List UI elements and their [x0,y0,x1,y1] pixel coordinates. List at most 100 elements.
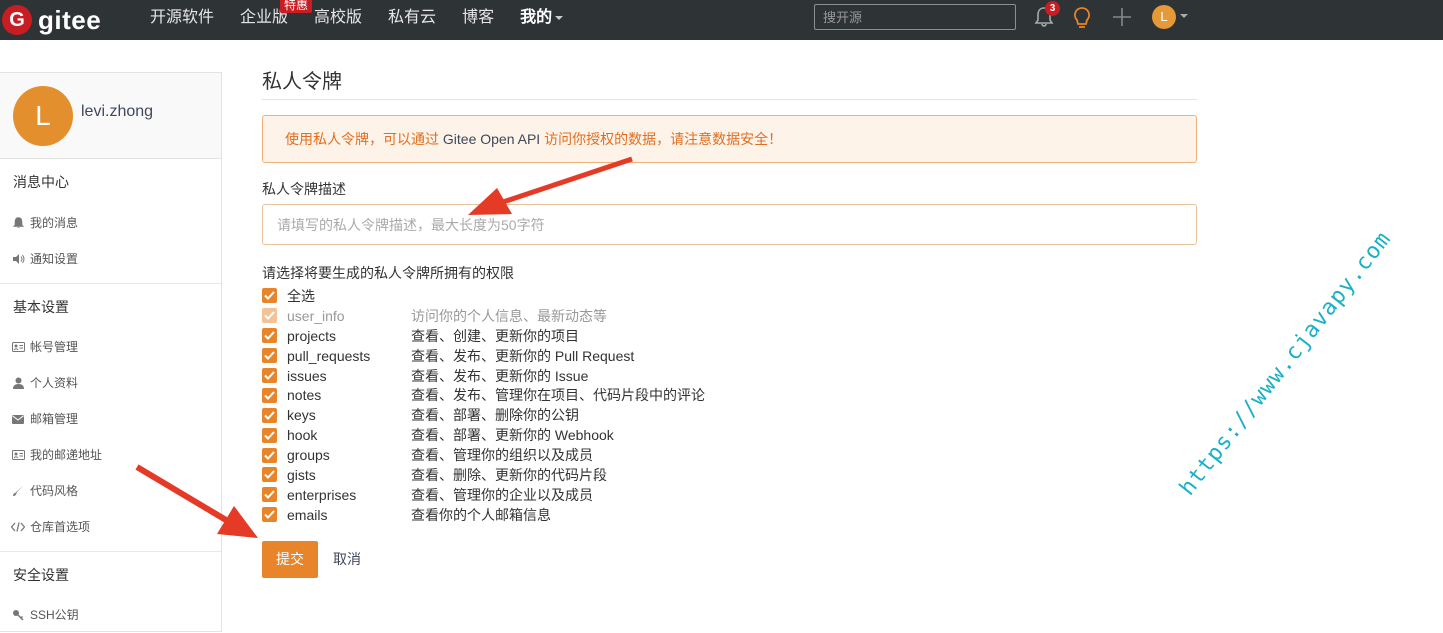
bell-icon [11,216,25,230]
sidebar-item-label: 邮箱管理 [30,412,79,426]
permission-name: user_info [287,307,345,324]
permission-checkbox [262,308,277,324]
sidebar-item-label: 个人资料 [30,376,79,390]
sidebar-item-code-style[interactable]: 代码风格 [0,473,221,509]
permission-row-projects[interactable]: projects 查看、创建、更新你的项目 [262,326,1197,346]
form-actions: 提交 取消 [262,540,1197,578]
permission-description: 查看、发布、更新你的 Pull Request [411,347,635,364]
section-title-basic: 基本设置 [0,283,221,329]
permission-checkbox[interactable] [262,447,277,463]
section-title-messages: 消息中心 [13,174,69,190]
permission-row-hook[interactable]: hook 查看、部署、更新你的 Webhook [262,425,1197,445]
permission-row-notes[interactable]: notes 查看、发布、管理你在项目、代码片段中的评论 [262,385,1197,405]
sidebar-item-profile[interactable]: 个人资料 [0,365,221,401]
page-title: 私人令牌 [262,64,1197,100]
brush-icon [11,484,25,498]
nav-link-mine[interactable]: 我的 [520,0,564,40]
permission-checkbox[interactable] [262,368,277,383]
settings-sidebar: L levi.zhong 消息中心 我的消息 通知设置 基本设置 帐号管理 个人… [0,72,222,632]
permission-name: pull_requests [287,347,371,364]
key-icon [11,608,25,622]
gitee-logo[interactable]: G gitee [0,4,101,36]
top-navbar: G gitee 开源软件 企业版 特惠 高校版 私有云 博客 我的 3 L [0,0,1443,40]
enterprise-badge: 特惠 [280,0,313,13]
nav-link-university[interactable]: 高校版 [314,0,362,40]
permission-row-user_info[interactable]: user_info 访问你的个人信息、最新动态等 [262,306,1197,326]
permission-description: 查看、删除、更新你的代码片段 [411,466,607,483]
section-title-security: 安全设置 [0,551,221,597]
search-input[interactable] [814,4,1016,30]
notice-api-link[interactable]: Gitee Open API [443,131,540,147]
description-label: 私人令牌描述 [262,181,346,197]
plus-icon[interactable] [1112,6,1132,33]
permission-name: notes [287,387,322,404]
permission-row-pull_requests[interactable]: pull_requests 查看、发布、更新你的 Pull Request [262,346,1197,366]
permission-name: emails [287,506,328,523]
bulb-icon[interactable] [1072,6,1092,35]
nav-link-enterprise[interactable]: 企业版 特惠 [240,0,313,40]
sidebar-item-label: 我的消息 [30,216,79,230]
notice-prefix: 使用私人令牌，可以通过 [285,131,443,147]
sidebar-item-account[interactable]: 帐号管理 [0,329,221,365]
permission-row-issues[interactable]: issues 查看、发布、更新你的 Issue [262,366,1197,386]
submit-button[interactable]: 提交 [262,540,318,578]
sidebar-item-label: 帐号管理 [30,340,79,354]
select-all-row[interactable]: 全选 [262,286,1197,306]
nav-link-opensource[interactable]: 开源软件 [150,0,214,40]
permission-checkbox[interactable] [262,407,277,423]
user-icon [11,376,25,390]
cancel-button[interactable]: 取消 [333,549,361,569]
permission-row-keys[interactable]: keys 查看、部署、删除你的公钥 [262,405,1197,425]
permission-list: 全选 user_info 访问你的个人信息、最新动态等 projects 查看、创建、… [262,286,1197,525]
address-card-icon [11,448,25,462]
profile-card: L levi.zhong [0,73,221,159]
nav-links: 开源软件 企业版 特惠 高校版 私有云 博客 我的 [150,0,589,40]
sidebar-item-repo-prefs[interactable]: 仓库首选项 [0,509,221,545]
permission-description: 访问你的个人信息、最新动态等 [411,307,607,324]
permission-description: 查看、部署、删除你的公钥 [411,407,579,424]
token-description-input[interactable] [262,204,1197,245]
nav-link-blog[interactable]: 博客 [462,0,494,40]
select-all-label: 全选 [287,287,315,304]
watermark: https://www.cjavapy.com [1175,226,1397,501]
permission-description: 查看、管理你的企业以及成员 [411,486,593,503]
sidebar-item-notify-settings[interactable]: 通知设置 [0,241,221,277]
sidebar-item-email[interactable]: 邮箱管理 [0,401,221,437]
nav-link-private-cloud[interactable]: 私有云 [388,0,436,40]
permission-checkbox[interactable] [262,487,277,503]
user-avatar[interactable]: L [1152,5,1176,29]
permission-checkbox[interactable] [262,507,277,523]
permission-checkbox[interactable] [262,328,277,344]
select-all-checkbox[interactable] [262,288,277,304]
permission-checkbox[interactable] [262,467,277,483]
speaker-icon [11,252,25,266]
permission-name: groups [287,447,330,464]
sidebar-item-my-messages[interactable]: 我的消息 [0,205,221,241]
permission-checkbox[interactable] [262,348,277,364]
id-card-icon [11,340,25,354]
permission-name: keys [287,407,316,424]
permission-row-enterprises[interactable]: enterprises 查看、管理你的企业以及成员 [262,485,1197,505]
permission-description: 查看、部署、更新你的 Webhook [411,427,614,444]
sidebar-item-ssh-keys[interactable]: SSH公钥 [0,597,221,633]
permission-row-gists[interactable]: gists 查看、删除、更新你的代码片段 [262,465,1197,485]
permission-checkbox[interactable] [262,387,277,403]
avatar-chevron-icon[interactable] [1180,14,1188,18]
avatar[interactable]: L [13,86,73,146]
permission-row-groups[interactable]: groups 查看、管理你的组织以及成员 [262,445,1197,465]
logo-text: gitee [38,4,102,35]
sidebar-item-label: SSH公钥 [30,608,79,622]
permission-description: 查看、发布、更新你的 Issue [411,367,589,384]
security-notice: 使用私人令牌，可以通过 Gitee Open API 访问你授权的数据，请注意数… [262,115,1197,163]
permission-checkbox[interactable] [262,427,277,443]
logo-mark: G [2,5,32,35]
sidebar-item-address[interactable]: 我的邮递地址 [0,437,221,473]
permission-name: hook [287,427,318,444]
notification-count: 3 [1045,1,1060,16]
permission-name: issues [287,367,327,384]
username[interactable]: levi.zhong [81,103,153,121]
permission-description: 查看、发布、管理你在项目、代码片段中的评论 [411,387,705,404]
permission-name: projects [287,327,337,344]
permission-row-emails[interactable]: emails 查看你的个人邮箱信息 [262,505,1197,525]
permission-description: 查看、创建、更新你的项目 [411,327,579,344]
